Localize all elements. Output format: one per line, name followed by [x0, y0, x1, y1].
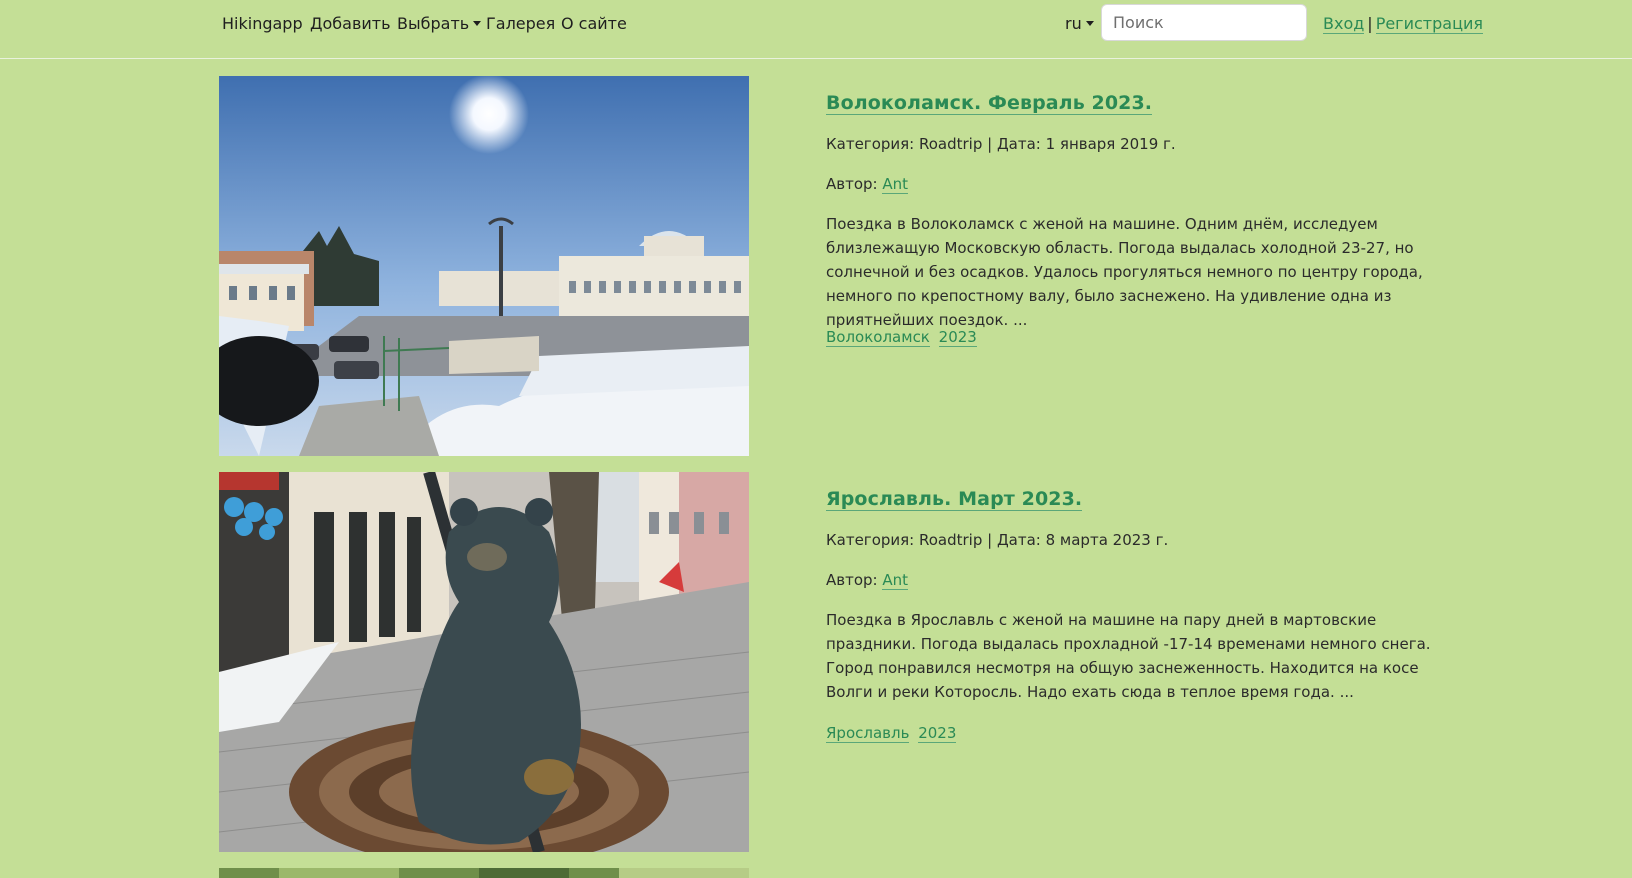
author-link[interactable]: Ant	[882, 175, 909, 194]
post-title-link[interactable]: Волоколамск. Февраль 2023.	[826, 92, 1153, 115]
post-title-link[interactable]: Ярославль. Март 2023.	[826, 488, 1083, 511]
post-card: Волоколамск. Февраль 2023. Категория: Ro…	[826, 76, 1466, 456]
nav-about-link[interactable]: О сайте	[561, 14, 627, 33]
auth-separator: |	[1367, 14, 1373, 33]
post-photo[interactable]	[219, 472, 749, 852]
post-excerpt: Поездка в Ярославль с женой на машине на…	[826, 611, 1431, 701]
tag-link[interactable]: 2023	[938, 328, 977, 347]
post-excerpt: Поездка в Волоколамск с женой на машине.…	[826, 215, 1423, 329]
chevron-down-icon	[1085, 21, 1094, 26]
login-link[interactable]: Вход	[1323, 14, 1365, 34]
tag-link[interactable]: Ярославль	[826, 724, 910, 743]
post-author: Автор: Ant	[826, 571, 909, 590]
post-photo-partial[interactable]	[219, 868, 749, 878]
post-meta: Категория: Roadtrip | Дата: 1 января 201…	[826, 135, 1176, 153]
language-dropdown[interactable]: ru	[1065, 14, 1094, 33]
author-label: Автор:	[826, 571, 878, 589]
post-meta: Категория: Roadtrip | Дата: 8 марта 2023…	[826, 531, 1169, 549]
auth-links: Вход | Регистрация	[1323, 14, 1483, 34]
author-label: Автор:	[826, 175, 878, 193]
post-tags: Ярославль 2023	[826, 724, 960, 743]
post-author: Автор: Ant	[826, 175, 909, 194]
snowy-town-square-photo	[219, 76, 749, 456]
tag-link[interactable]: 2023	[918, 724, 957, 743]
author-link[interactable]: Ant	[882, 571, 909, 590]
nav-add-link[interactable]: Добавить	[310, 14, 391, 33]
tag-link[interactable]: Волоколамск	[826, 328, 930, 347]
nav-choose-dropdown[interactable]: Выбрать	[397, 14, 482, 33]
language-label: ru	[1065, 14, 1082, 33]
post-card: Ярославль. Март 2023. Категория: Roadtri…	[826, 472, 1466, 852]
nav-choose-label: Выбрать	[397, 14, 470, 33]
navbar: Hikingapp Добавить Выбрать Галерея О сай…	[0, 0, 1632, 59]
bear-statue-photo	[219, 472, 749, 852]
post-tags: Волоколамск 2023	[826, 328, 981, 347]
register-link[interactable]: Регистрация	[1375, 14, 1483, 34]
foliage-photo	[219, 868, 749, 878]
search-input[interactable]	[1101, 4, 1307, 41]
nav-gallery-link[interactable]: Галерея	[486, 14, 555, 33]
post-photo[interactable]	[219, 76, 749, 456]
brand-link[interactable]: Hikingapp	[222, 14, 303, 33]
chevron-down-icon	[473, 21, 482, 26]
